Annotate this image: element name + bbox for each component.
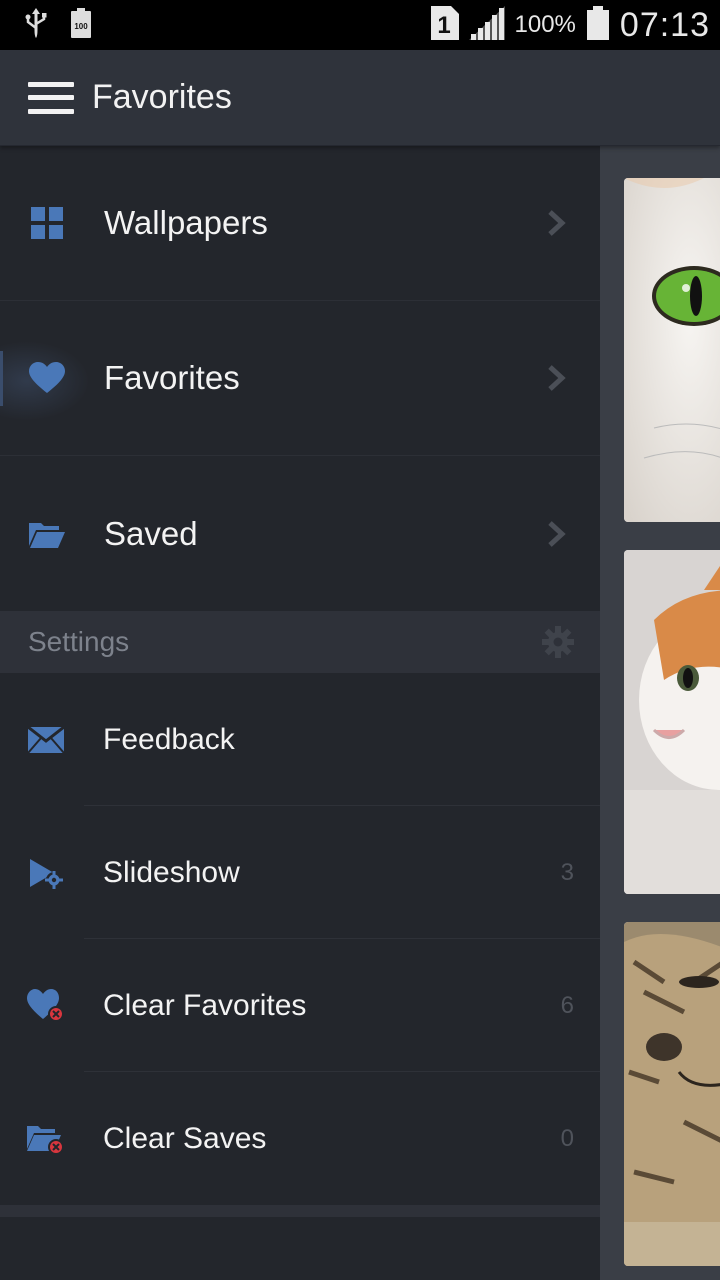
drawer-item-label: Wallpapers xyxy=(104,204,268,241)
settings-item-slideshow[interactable]: Slideshow 3 xyxy=(0,806,600,939)
white-orange-cat-thumbnail[interactable] xyxy=(624,550,720,894)
folder-open-icon xyxy=(28,515,66,553)
svg-text:1: 1 xyxy=(437,12,450,39)
page-title: Favorites xyxy=(92,78,232,116)
folder-remove-icon xyxy=(26,1119,66,1159)
drawer-item-label: Saved xyxy=(104,514,198,552)
settings-item-label: Clear Favorites xyxy=(103,988,307,1022)
envelope-icon xyxy=(26,720,66,760)
play-gear-icon xyxy=(26,853,66,893)
status-bar: 100 1 100% 07:13 xyxy=(0,0,720,50)
settings-item-label: Slideshow xyxy=(103,855,240,889)
heart-icon xyxy=(28,359,66,397)
drawer-item-wallpapers[interactable]: Wallpapers xyxy=(0,146,600,301)
battery-saver-icon: 100 xyxy=(70,7,92,43)
settings-header-label: Settings xyxy=(28,626,130,657)
navigation-drawer: Wallpapers Favorites Saved Settings Feed… xyxy=(0,146,600,1280)
heart-remove-icon xyxy=(26,986,66,1026)
chevron-right-icon xyxy=(542,209,570,237)
clock: 07:13 xyxy=(619,5,710,44)
settings-item-count: 0 xyxy=(560,1124,574,1152)
settings-item-label: Clear Saves xyxy=(103,1121,267,1155)
cat-green-eye-thumbnail[interactable] xyxy=(624,178,720,522)
drawer-item-saved[interactable]: Saved xyxy=(0,456,600,611)
settings-item-clear-saves[interactable]: Clear Saves 0 xyxy=(0,1072,600,1205)
settings-item-count: 3 xyxy=(560,858,574,886)
settings-item-feedback[interactable]: Feedback xyxy=(0,673,600,806)
drawer-item-favorites[interactable]: Favorites xyxy=(0,301,600,456)
app-bar: Favorites xyxy=(0,50,720,146)
drawer-more-items xyxy=(0,1217,600,1277)
usb-icon xyxy=(24,6,48,45)
settings-item-count: 6 xyxy=(560,991,574,1019)
hamburger-menu-icon[interactable] xyxy=(28,81,74,114)
battery-icon xyxy=(586,5,610,45)
wallpaper-grid xyxy=(600,146,720,1280)
tabby-cat-thumbnail[interactable] xyxy=(624,922,720,1266)
settings-item-clear-favorites[interactable]: Clear Favorites 6 xyxy=(0,939,600,1072)
signal-strength-icon xyxy=(468,5,505,45)
gear-icon[interactable] xyxy=(542,626,574,658)
drawer-divider xyxy=(0,1205,600,1217)
settings-item-label: Feedback xyxy=(103,722,235,756)
battery-percent: 100% xyxy=(514,11,576,38)
svg-text:100: 100 xyxy=(74,22,88,31)
chevron-right-icon xyxy=(542,364,570,392)
sim-slot-icon: 1 xyxy=(430,5,459,45)
grid-icon xyxy=(28,204,66,242)
settings-section-header: Settings xyxy=(0,611,600,673)
chevron-right-icon xyxy=(542,520,570,548)
drawer-item-label: Favorites xyxy=(104,359,240,396)
